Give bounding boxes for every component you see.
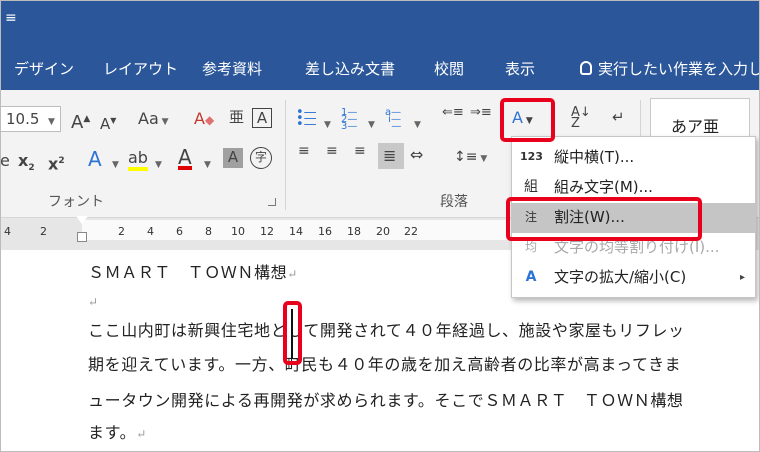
font-color-icon[interactable]: A	[178, 147, 192, 170]
menu-item-label: 組み文字(M)...	[554, 178, 653, 196]
ruler-tick: 2	[118, 225, 125, 238]
group-separator	[285, 100, 286, 210]
menu-item-label: 文字の拡大/縮小(C)	[554, 268, 687, 286]
increase-indent-icon[interactable]: ⇒≡	[470, 106, 492, 119]
font-dialog-launcher-icon[interactable]	[268, 198, 276, 206]
align-right-icon[interactable]: ≡	[354, 144, 366, 158]
grow-font-icon[interactable]: A▲	[71, 110, 90, 132]
phonetic-guide-icon[interactable]: 亜	[229, 108, 244, 126]
tab-design[interactable]: デザイン	[14, 60, 74, 78]
ruler-tick: 2	[40, 225, 47, 238]
font-size-box[interactable]: 10.5 ▼	[0, 106, 61, 132]
ruler-tick: 6	[176, 225, 183, 238]
tab-view[interactable]: 表示	[505, 60, 535, 78]
left-indent-marker[interactable]	[77, 232, 87, 242]
tab-references[interactable]: 参考資料	[202, 60, 262, 78]
line-spacing-icon[interactable]: ↕≡ ▼	[454, 148, 487, 168]
document-body-line: 期を迎えています。一方、町民も４０年の歳を加え高齢者の比率が高まってきま	[88, 355, 682, 374]
multilevel-list-icon[interactable]: a— i— —	[385, 108, 401, 132]
character-shading-icon[interactable]: A	[223, 148, 243, 168]
justify-button[interactable]: ≣	[378, 143, 404, 169]
text-effects-icon[interactable]: A	[88, 149, 102, 169]
chevron-down-icon: ▼	[48, 117, 55, 127]
font-size-value: 10.5	[6, 110, 40, 128]
document-body-line: ュータウン開発による再開発が求められます。そこでＳＭＡＲＴ ＴＯＷＮ構想	[88, 391, 684, 410]
ribbon-tab-bar: デザイン レイアウト 参考資料 差し込み文書 校閲 表示 実行したい作業を入力し	[0, 48, 760, 90]
show-hide-marks-icon[interactable]: ↵	[612, 108, 625, 126]
justify-icon: ≣	[383, 146, 397, 165]
tate-chu-yoko-icon: 123	[520, 150, 543, 163]
ruler-tick: 18	[347, 225, 361, 238]
menu-item-label: 縦中横(T)...	[554, 148, 635, 166]
align-left-icon[interactable]: ≡	[298, 144, 310, 158]
ruler-tick: 12	[260, 225, 274, 238]
chevron-down-icon[interactable]: ▼	[414, 116, 421, 134]
ruler-text-area: 2 4 6 8 10 12 14 16 18 20 22	[82, 220, 562, 240]
tab-review[interactable]: 校閲	[434, 60, 464, 78]
character-border-icon[interactable]: A	[252, 108, 272, 128]
ruler-tick: 16	[318, 225, 332, 238]
shrink-font-icon[interactable]: A▼	[100, 112, 116, 133]
character-scaling-icon: A	[525, 269, 537, 285]
ruler-tick: 4	[4, 225, 11, 238]
align-center-icon[interactable]: ≡	[326, 144, 338, 158]
highlight-asian-layout-button	[500, 98, 555, 142]
superscript-icon[interactable]: x2	[48, 152, 65, 173]
document-empty-line: ↵	[88, 295, 99, 309]
highlight-cursor-position	[283, 301, 302, 365]
chevron-down-icon[interactable]: ▼	[368, 116, 375, 134]
style-sample-text: あア亜	[671, 117, 720, 136]
font-group-label: フォント	[48, 194, 104, 210]
combine-characters-icon: 組	[524, 179, 538, 195]
first-line-indent-marker[interactable]	[76, 216, 88, 226]
paragraph-group-label: 段落	[440, 194, 468, 210]
highlighter-icon[interactable]: ab	[128, 149, 148, 171]
enclose-characters-icon[interactable]: 字	[250, 147, 272, 169]
chevron-down-icon[interactable]: ▼	[155, 156, 162, 174]
menu-item-tate-chu-yoko[interactable]: 123 縦中横(T)...	[512, 143, 755, 173]
tab-mailings[interactable]: 差し込み文書	[305, 60, 395, 78]
sort-icon[interactable]: A↓ Z	[571, 106, 591, 130]
chevron-down-icon[interactable]: ▼	[324, 116, 331, 134]
strikethrough-icon[interactable]: e	[0, 152, 10, 170]
ruler-tick: 22	[404, 225, 418, 238]
document-body-line: ます。↵	[88, 423, 147, 442]
document-title-line: ＳＭＡＲＴ ＴＯＷＮ構想↵	[88, 263, 298, 282]
submenu-arrow-icon: ▸	[739, 272, 745, 283]
bullets-icon[interactable]: •— •— •—	[296, 106, 317, 131]
title-bar: ≡	[0, 0, 760, 48]
subscript-icon[interactable]: x2	[18, 152, 35, 177]
numbering-icon[interactable]: 1— 2— 3—	[341, 108, 357, 132]
quick-access-menu-icon[interactable]: ≡	[5, 10, 17, 26]
ruler-tick: 10	[231, 225, 245, 238]
change-case-icon[interactable]: Aa ▼	[138, 110, 169, 131]
chevron-down-icon[interactable]: ▼	[112, 156, 119, 174]
distributed-icon[interactable]: ⇔	[410, 146, 423, 164]
ruler-tick: 14	[289, 225, 303, 238]
ruler-tick: 8	[205, 225, 212, 238]
chevron-down-icon[interactable]: ▼	[204, 156, 211, 174]
decrease-indent-icon[interactable]: ⇐≡	[442, 106, 464, 119]
document-body-line: ここ山内町は新興住宅地として開発されて４０年経過し、施設や家屋もリフレッ	[88, 321, 685, 340]
tell-me-box[interactable]: 実行したい作業を入力し	[598, 60, 760, 78]
highlight-warichu-item	[506, 197, 702, 241]
ruler-tick: 20	[376, 225, 390, 238]
tab-layout[interactable]: レイアウト	[103, 60, 178, 78]
menu-item-character-scaling[interactable]: A 文字の拡大/縮小(C) ▸	[512, 263, 755, 293]
ruler-tick: 4	[147, 225, 154, 238]
lightbulb-icon	[580, 61, 592, 75]
clear-formatting-icon[interactable]: A◆	[194, 110, 214, 129]
